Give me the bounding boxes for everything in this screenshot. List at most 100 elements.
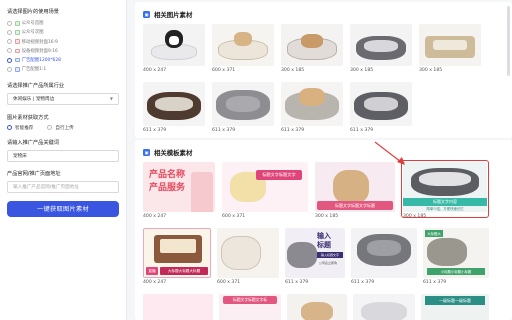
template-thumb[interactable]: 直播 大标题大标题大标题 bbox=[143, 228, 211, 278]
template-card[interactable]: 大标题大 小标题小标题小标题 611 x 379 bbox=[423, 228, 489, 290]
image-card[interactable]: 400 x 247 bbox=[143, 24, 205, 76]
image-size-label: 611 x 379 bbox=[281, 128, 305, 133]
template-thumb[interactable]: 标题文字标题文字 bbox=[222, 162, 308, 212]
wechat-icon bbox=[15, 21, 20, 26]
image-thumb[interactable] bbox=[350, 82, 412, 126]
image-size-label: 611 x 379 bbox=[212, 128, 236, 133]
image-card[interactable]: 300 x 185 bbox=[281, 24, 343, 76]
source-option-label: 自行上传 bbox=[55, 125, 74, 131]
image-thumb[interactable] bbox=[143, 82, 205, 126]
radio-selected-icon[interactable] bbox=[7, 57, 12, 63]
radio-icon[interactable] bbox=[7, 48, 12, 54]
template-title-text: 产品服务 bbox=[149, 183, 186, 193]
template-thumb[interactable] bbox=[143, 294, 213, 320]
template-subcaption: 公司名立即购 bbox=[319, 261, 338, 265]
template-thumb[interactable] bbox=[353, 294, 415, 320]
image-card[interactable]: 611 x 379 bbox=[281, 82, 343, 136]
image-thumb[interactable] bbox=[143, 24, 205, 66]
template-size-label: 611 x 379 bbox=[351, 280, 375, 285]
template-card[interactable]: 标题文字标题文字标题 300 x 185 bbox=[315, 162, 395, 224]
image-size-label: 611 x 379 bbox=[350, 128, 374, 133]
template-thumb[interactable] bbox=[351, 228, 417, 278]
image-card[interactable]: 611 x 379 bbox=[143, 82, 205, 136]
template-size-label: 600 x 371 bbox=[222, 214, 246, 219]
radio-icon[interactable] bbox=[7, 20, 12, 26]
image-size-label: 300 x 185 bbox=[350, 68, 374, 73]
template-title-text: 标题 bbox=[317, 241, 331, 249]
image-icon: ▣ bbox=[143, 11, 150, 18]
wechat-icon bbox=[15, 30, 20, 35]
image-card[interactable]: 611 x 379 bbox=[212, 82, 274, 136]
image-thumb[interactable] bbox=[281, 24, 343, 66]
get-materials-button[interactable]: 一键获取图片素材 bbox=[7, 200, 119, 217]
template-title-text: 产品名称 bbox=[149, 170, 186, 180]
template-card[interactable] bbox=[143, 294, 213, 320]
templates-section-label: 相关模板素材 bbox=[154, 149, 193, 157]
template-caption: 大标题大标题大标题 bbox=[160, 267, 208, 275]
template-thumb[interactable] bbox=[287, 294, 347, 320]
template-thumb[interactable]: 标题文字标题文字标 bbox=[219, 294, 281, 320]
template-card[interactable]: 一级标题一级标题 bbox=[421, 294, 489, 320]
usage-option-label: 公众号首图 bbox=[21, 21, 44, 27]
template-card[interactable]: 输入 标题 输入标题文字 公司名立即购 611 x 379 bbox=[285, 228, 345, 290]
template-size-label: 400 x 247 bbox=[143, 280, 167, 285]
radio-icon[interactable] bbox=[7, 66, 12, 72]
image-size-label: 300 x 185 bbox=[419, 68, 443, 73]
source-option-upload[interactable]: 自行上传 bbox=[47, 125, 74, 131]
template-caption: 标题文字标题文字 bbox=[256, 170, 302, 180]
usage-option-label: 设备视频封面9:16 bbox=[21, 48, 58, 54]
url-label: 产品官网/推广页面地址 bbox=[7, 170, 61, 177]
usage-option-1[interactable]: 公众号次图 bbox=[7, 28, 119, 37]
image-thumb[interactable] bbox=[419, 24, 481, 66]
scrollbar[interactable] bbox=[507, 6, 510, 76]
image-thumb[interactable] bbox=[350, 24, 412, 66]
template-thumb[interactable]: 一级标题一级标题 bbox=[421, 294, 489, 320]
annotation-arrow-icon bbox=[374, 141, 405, 165]
template-thumb[interactable] bbox=[217, 228, 279, 278]
template-thumb[interactable]: 输入 标题 输入标题文字 公司名立即购 bbox=[285, 228, 345, 278]
template-card[interactable]: 标题文字标题文字标 bbox=[219, 294, 281, 320]
radio-icon[interactable] bbox=[7, 39, 12, 45]
ad-icon bbox=[15, 57, 20, 63]
template-card[interactable] bbox=[353, 294, 415, 320]
industry-select[interactable]: 休闲娱乐 | 宠物周边 ▼ bbox=[7, 92, 119, 105]
usage-label: 请选择图片的使用场景 bbox=[7, 9, 59, 15]
image-card[interactable]: 611 x 379 bbox=[350, 82, 412, 136]
template-card[interactable]: 产品名称 产品服务 400 x 247 bbox=[143, 162, 215, 224]
keyword-label: 请输入推广产品关键词 bbox=[7, 139, 59, 146]
template-caption: 一级标题一级标题 bbox=[425, 296, 485, 305]
image-card[interactable]: 300 x 185 bbox=[350, 24, 412, 76]
usage-option-2[interactable]: 移动视频封面16:9 bbox=[7, 37, 119, 46]
template-thumb[interactable]: 大标题大 小标题小标题小标题 bbox=[423, 228, 489, 278]
usage-option-5[interactable]: 广告配图1:1 bbox=[7, 65, 119, 74]
usage-option-0[interactable]: 公众号首图 bbox=[7, 19, 119, 28]
image-card[interactable]: 600 x 371 bbox=[212, 24, 274, 76]
template-card[interactable]: 直播 大标题大标题大标题 400 x 247 bbox=[143, 228, 211, 290]
template-card[interactable]: 标题文字标题文字 600 x 371 bbox=[222, 162, 308, 224]
template-card[interactable]: 611 x 379 bbox=[351, 228, 417, 290]
image-thumb[interactable] bbox=[212, 24, 274, 66]
industry-value: 休闲娱乐 | 宠物周边 bbox=[13, 96, 55, 102]
radio-selected-icon[interactable] bbox=[7, 125, 12, 131]
image-thumb[interactable] bbox=[212, 82, 274, 126]
video-icon bbox=[15, 39, 20, 44]
source-option-label: 智能推荐 bbox=[15, 125, 34, 131]
images-panel: ▣ 相关图片素材 400 x 247 600 x 371 300 x 185 3… bbox=[135, 2, 512, 138]
template-card[interactable]: 600 x 371 bbox=[217, 228, 279, 290]
radio-icon[interactable] bbox=[7, 29, 12, 35]
image-size-label: 400 x 247 bbox=[143, 68, 167, 73]
image-thumb[interactable] bbox=[281, 82, 343, 126]
usage-option-4[interactable]: 广告配图1200*628 bbox=[7, 56, 119, 65]
usage-option-label: 广告配图1:1 bbox=[21, 67, 47, 73]
template-thumb[interactable]: 产品名称 产品服务 bbox=[143, 162, 215, 212]
images-section-label: 相关图片素材 bbox=[154, 11, 193, 19]
image-card[interactable]: 300 x 185 bbox=[419, 24, 481, 76]
source-option-recommend[interactable]: 智能推荐 bbox=[7, 125, 33, 131]
radio-icon[interactable] bbox=[47, 125, 53, 131]
url-input[interactable]: 输入推广产品官网/推广页面地址 bbox=[7, 180, 119, 193]
template-card[interactable] bbox=[287, 294, 347, 320]
usage-option-3[interactable]: 设备视频封面9:16 bbox=[7, 47, 119, 56]
templates-panel: ▣ 相关模板素材 产品名称 产品服务 400 x 247 标题文字标题文字 60… bbox=[135, 140, 512, 320]
keyword-input[interactable]: 宠物床 bbox=[7, 149, 119, 162]
template-caption: 小标题小标题小标题 bbox=[427, 268, 485, 275]
